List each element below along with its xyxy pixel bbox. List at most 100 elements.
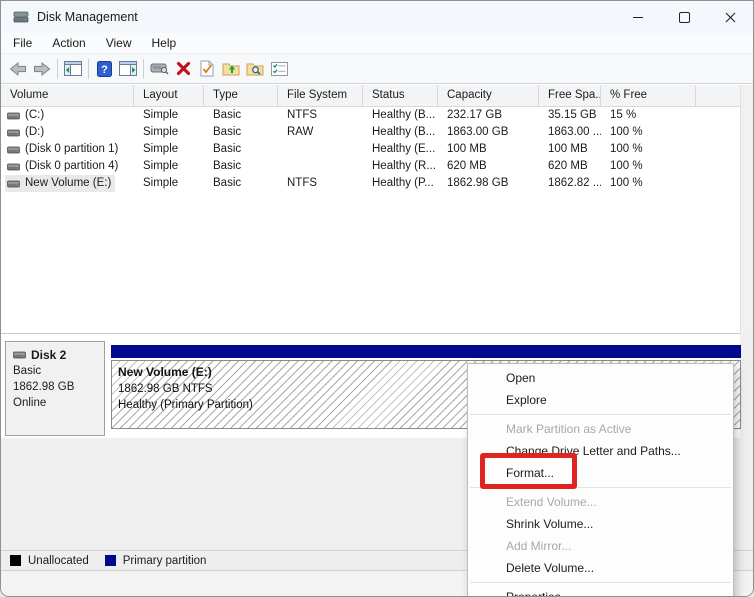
cell-status: Healthy (P... — [372, 177, 434, 189]
cell-type: Basic — [213, 126, 242, 138]
minimize-icon — [633, 16, 643, 18]
format-annotation-box — [480, 453, 577, 489]
cell-file-system: NTFS — [287, 109, 318, 121]
cell-capacity: 1863.00 GB — [447, 126, 509, 138]
folder-up-icon[interactable] — [219, 57, 243, 81]
folder-search-icon[interactable] — [243, 57, 267, 81]
cell-pct-free: 100 % — [610, 126, 643, 138]
cell-pct-free: 100 % — [610, 160, 643, 172]
legend-primary-partition-label: Primary partition — [122, 554, 207, 567]
column-header-file-system[interactable]: File System — [278, 85, 363, 106]
cell-free-space: 100 MB — [548, 143, 588, 155]
disk-header-box[interactable]: Disk 2 Basic 1862.98 GB Online — [5, 341, 105, 436]
menu-separator — [470, 414, 731, 415]
drive-viewer-icon[interactable] — [147, 57, 171, 81]
menu-item-mark-partition-active[interactable]: Mark Partition as Active — [468, 418, 733, 440]
document-check-icon[interactable] — [195, 57, 219, 81]
menu-file[interactable]: File — [3, 33, 42, 53]
cell-pct-free: 100 % — [610, 143, 643, 155]
menu-item-extend-volume[interactable]: Extend Volume... — [468, 491, 733, 513]
help-icon[interactable]: ? — [92, 57, 116, 81]
volume-name: (Disk 0 partition 1) — [25, 143, 119, 155]
table-row-selected[interactable]: New Volume (E:) Simple Basic NTFS Health… — [1, 175, 740, 192]
cell-status: Healthy (B... — [372, 109, 436, 121]
cell-file-system: NTFS — [287, 177, 318, 189]
window-title: Disk Management — [37, 10, 138, 24]
cell-type: Basic — [213, 160, 242, 172]
toolbar-separator — [88, 58, 89, 79]
menu-item-add-mirror[interactable]: Add Mirror... — [468, 535, 733, 557]
title-bar: Disk Management — [1, 1, 753, 33]
maximize-button[interactable] — [661, 1, 707, 33]
disk-size: 1862.98 GB — [13, 381, 75, 393]
column-header-free-space[interactable]: Free Spa... — [539, 85, 601, 106]
column-header-capacity[interactable]: Capacity — [438, 85, 539, 106]
volume-name: (C:) — [25, 109, 45, 121]
menu-bar: File Action View Help — [1, 33, 753, 53]
disk-type: Basic — [13, 365, 42, 377]
column-header-filler — [696, 85, 740, 106]
legend-unallocated-swatch — [10, 555, 21, 566]
disk-status: Online — [13, 397, 47, 409]
task-list-icon[interactable] — [267, 57, 291, 81]
cell-free-space: 620 MB — [548, 160, 588, 172]
cell-layout: Simple — [143, 109, 179, 121]
cell-free-space: 1862.82 ... — [548, 177, 601, 189]
table-row[interactable]: (D:) Simple Basic RAW Healthy (B... 1863… — [1, 124, 740, 141]
menu-separator — [470, 582, 731, 583]
primary-partition-color-band — [111, 345, 741, 358]
menu-item-open[interactable]: Open — [468, 367, 733, 389]
menu-action[interactable]: Action — [42, 33, 95, 53]
close-icon — [725, 12, 735, 22]
menu-view[interactable]: View — [96, 33, 142, 53]
table-row[interactable]: (C:) Simple Basic NTFS Healthy (B... 232… — [1, 107, 740, 124]
minimize-button[interactable] — [615, 1, 661, 33]
volume-name: (Disk 0 partition 4) — [25, 160, 119, 172]
cell-type: Basic — [213, 109, 242, 121]
table-row[interactable]: (Disk 0 partition 4) Simple Basic Health… — [1, 158, 740, 175]
drive-icon — [7, 129, 20, 136]
cell-pct-free: 15 % — [610, 109, 637, 121]
volume-table-header: Volume Layout Type File System Status Ca… — [1, 85, 740, 107]
table-row[interactable]: (Disk 0 partition 1) Simple Basic Health… — [1, 141, 740, 158]
column-header-status[interactable]: Status — [363, 85, 438, 106]
drive-icon — [7, 112, 20, 119]
column-header-layout[interactable]: Layout — [134, 85, 204, 106]
cell-layout: Simple — [143, 126, 179, 138]
cell-capacity: 1862.98 GB — [447, 177, 509, 189]
column-header-pct-free[interactable]: % Free — [601, 85, 696, 106]
show-action-pane-icon[interactable] — [116, 57, 140, 81]
menu-help[interactable]: Help — [142, 33, 187, 53]
volume-name: (D:) — [25, 126, 45, 138]
svg-text:?: ? — [101, 64, 108, 76]
delete-icon[interactable] — [171, 57, 195, 81]
cell-file-system — [278, 158, 363, 175]
cell-layout: Simple — [143, 177, 179, 189]
menu-item-explore[interactable]: Explore — [468, 389, 733, 411]
cell-file-system — [278, 141, 363, 158]
column-header-type[interactable]: Type — [204, 85, 278, 106]
menu-item-shrink-volume[interactable]: Shrink Volume... — [468, 513, 733, 535]
cell-type: Basic — [213, 143, 242, 155]
show-console-tree-icon[interactable] — [61, 57, 85, 81]
toolbar-separator — [57, 58, 58, 79]
forward-arrow-icon[interactable] — [30, 57, 54, 81]
cell-free-space: 1863.00 ... — [548, 126, 601, 138]
legend-primary-partition-swatch — [104, 555, 116, 566]
cell-capacity: 232.17 GB — [447, 109, 502, 121]
back-arrow-icon[interactable] — [6, 57, 30, 81]
maximize-icon — [678, 11, 690, 23]
cell-capacity: 100 MB — [447, 143, 487, 155]
cell-type: Basic — [213, 177, 242, 189]
cell-layout: Simple — [143, 143, 179, 155]
toolbar: ? — [1, 53, 753, 84]
cell-pct-free: 100 % — [610, 177, 643, 189]
volume-list-pane: Volume Layout Type File System Status Ca… — [1, 85, 740, 334]
disk-icon — [13, 351, 26, 359]
drive-icon — [7, 163, 20, 170]
legend-unallocated-label: Unallocated — [28, 554, 89, 567]
menu-item-properties[interactable]: Properties — [468, 586, 733, 596]
menu-item-delete-volume[interactable]: Delete Volume... — [468, 557, 733, 579]
column-header-volume[interactable]: Volume — [1, 85, 134, 106]
close-button[interactable] — [707, 1, 753, 33]
